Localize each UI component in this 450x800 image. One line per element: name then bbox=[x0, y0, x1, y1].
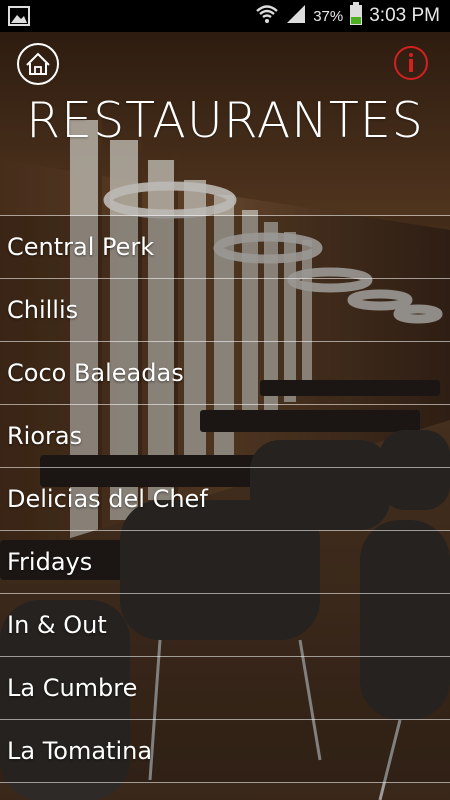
info-icon bbox=[394, 46, 428, 80]
list-item-la-tomatina[interactable]: La Tomatina bbox=[0, 720, 450, 783]
info-button[interactable] bbox=[392, 44, 430, 82]
list-item-label: La Tomatina bbox=[7, 737, 153, 765]
list-item-rioras[interactable]: Rioras bbox=[0, 405, 450, 468]
image-notification-icon bbox=[8, 6, 30, 30]
home-icon bbox=[17, 43, 59, 85]
signal-icon bbox=[285, 4, 307, 28]
list-item-chillis[interactable]: Chillis bbox=[0, 279, 450, 342]
list-item-label: La Cumbre bbox=[7, 674, 138, 702]
list-item-central-perk[interactable]: Central Perk bbox=[0, 216, 450, 279]
list-item-label: Rioras bbox=[7, 422, 83, 450]
page-title: RESTAURANTES bbox=[26, 92, 424, 149]
list-item-label: Delicias del Chef bbox=[7, 485, 208, 513]
list-item-in-and-out[interactable]: In & Out bbox=[0, 594, 450, 657]
restaurant-list: Central Perk Chillis Coco Baleadas Riora… bbox=[0, 215, 450, 783]
list-item-label: Fridays bbox=[7, 548, 93, 576]
status-time: 3:03 PM bbox=[369, 5, 440, 26]
battery-icon bbox=[349, 2, 363, 30]
list-item-delicias-del-chef[interactable]: Delicias del Chef bbox=[0, 468, 450, 531]
battery-percent: 37% bbox=[313, 7, 344, 25]
list-item-label: In & Out bbox=[7, 611, 107, 639]
list-item-label: Central Perk bbox=[7, 233, 155, 261]
list-item-label: Chillis bbox=[7, 296, 79, 324]
list-item-coco-baleadas[interactable]: Coco Baleadas bbox=[0, 342, 450, 405]
list-item-label: Coco Baleadas bbox=[7, 359, 184, 387]
status-bar: 37% 3:03 PM bbox=[0, 0, 450, 32]
home-button[interactable] bbox=[16, 42, 60, 86]
list-item-fridays[interactable]: Fridays bbox=[0, 531, 450, 594]
list-item-la-cumbre[interactable]: La Cumbre bbox=[0, 657, 450, 720]
wifi-icon bbox=[255, 4, 279, 28]
